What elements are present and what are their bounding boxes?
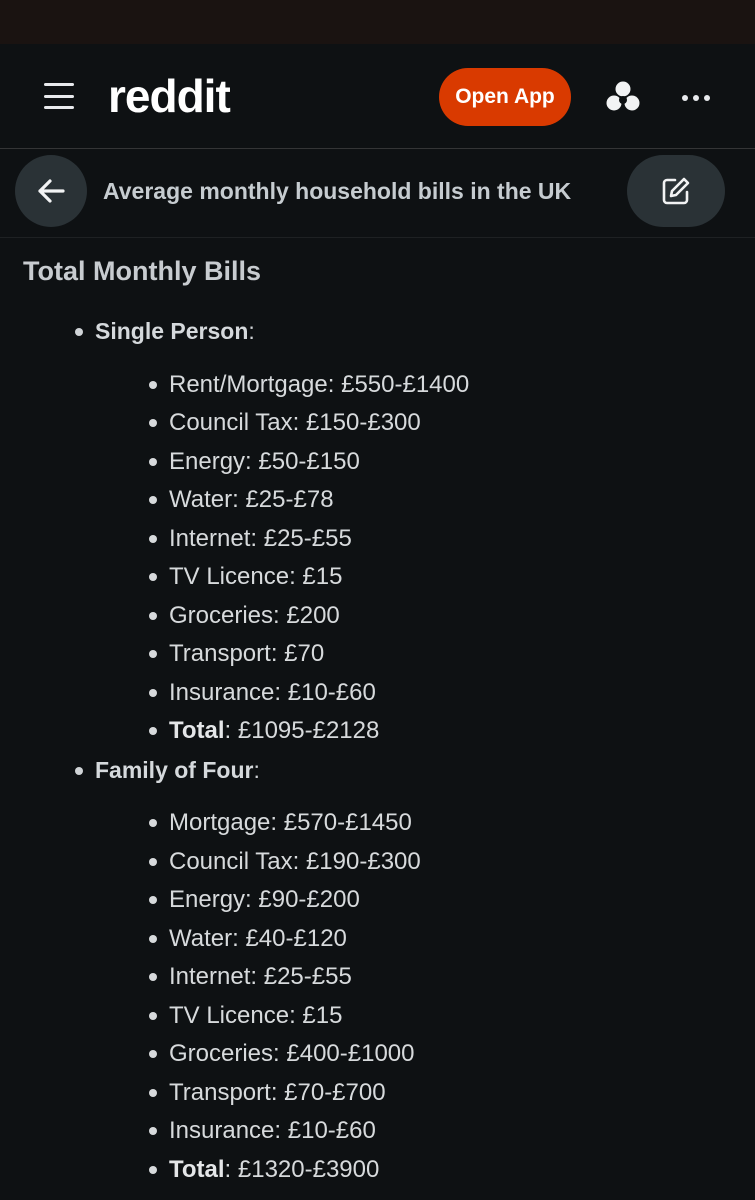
bill-value: : £50-£150	[245, 447, 360, 475]
bill-item: Insurance: £10-£60	[0, 674, 755, 713]
avatar-icon[interactable]	[601, 76, 645, 120]
bill-name: Groceries	[169, 1040, 274, 1067]
bill-name: Internet	[169, 963, 251, 990]
bill-value: : £400-£1000	[273, 1040, 415, 1067]
back-arrow-icon	[38, 179, 65, 203]
bill-value: : £150-£300	[292, 409, 421, 436]
bill-name: Total	[169, 717, 225, 744]
bill-item: Transport: £70	[0, 635, 755, 674]
back-button[interactable]	[15, 155, 87, 227]
bill-value: : £70-£700	[270, 1078, 386, 1106]
bill-value: : £15	[289, 563, 343, 590]
bill-name: Total	[169, 1155, 225, 1183]
bill-value: : £10-£60	[274, 678, 376, 706]
bill-name: TV Licence	[169, 1001, 290, 1029]
group-suffix: :	[253, 756, 260, 783]
bill-name: Mortgage	[169, 809, 271, 836]
bill-value: : £25-£55	[250, 963, 352, 990]
bill-value: : £200	[273, 601, 340, 629]
bill-list: Rent/Mortgage: £550-£1400 Council Tax: £1…	[0, 351, 755, 751]
bill-item: Rent/Mortgage: £550-£1400	[0, 366, 755, 405]
bill-group: Family of Four: Mortgage: £570-£1450 Counc…	[0, 751, 755, 1190]
bill-item: Transport: £70-£700	[0, 1074, 755, 1113]
bill-name: Insurance	[169, 1117, 275, 1144]
open-app-button[interactable]: Open App	[439, 68, 571, 126]
bill-item: Council Tax: £150-£300	[0, 404, 755, 443]
app-header: reddit Open App	[0, 44, 755, 149]
bill-name: Groceries	[169, 601, 274, 629]
bill-value: : £25-£55	[250, 524, 352, 552]
bill-value: : £550-£1400	[327, 370, 470, 398]
bill-item: Groceries: £400-£1000	[0, 1035, 755, 1074]
bill-item: Energy: £90-£200	[0, 881, 755, 920]
menu-icon[interactable]	[38, 76, 80, 116]
more-options-icon[interactable]	[674, 76, 718, 120]
section-heading: Total Monthly Bills	[23, 256, 261, 286]
group-label: Family of Four	[95, 756, 254, 783]
bill-value: : £25-£78	[232, 486, 334, 513]
group-heading: Single Person:	[0, 312, 755, 351]
bill-groups: Single Person: Rent/Mortgage: £550-£1400 C…	[0, 312, 755, 1189]
post-title: Average monthly household bills in the U…	[103, 178, 572, 204]
post-header: Average monthly household bills in the U…	[0, 149, 755, 238]
bill-value: : £1320-£3900	[224, 1155, 380, 1183]
bill-name: Water	[169, 924, 233, 952]
bill-value: : £190-£300	[292, 847, 421, 875]
bill-item: Internet: £25-£55	[0, 958, 755, 997]
bill-value: : £90-£200	[245, 886, 360, 913]
bill-value: : £570-£1450	[270, 809, 412, 836]
bill-name: Council Tax	[169, 847, 293, 875]
bill-item: Water: £25-£78	[0, 481, 755, 520]
bill-name: Internet	[169, 524, 251, 552]
bill-value: : £70	[270, 640, 325, 667]
bill-name: Water	[169, 486, 233, 513]
bill-name: Council Tax	[169, 409, 293, 436]
bill-item: TV Licence: £15	[0, 997, 755, 1036]
group-label: Single Person	[95, 318, 249, 344]
edit-icon	[662, 177, 690, 205]
bill-item: Groceries: £200	[0, 597, 755, 636]
reddit-logo[interactable]: reddit	[108, 70, 231, 122]
bill-total: Total: £1320-£3900	[0, 1151, 755, 1190]
bill-item: Internet: £25-£55	[0, 520, 755, 559]
bill-value: : £10-£60	[274, 1117, 376, 1144]
status-bar	[0, 0, 755, 44]
bill-value: : £1095-£2128	[224, 717, 380, 744]
bill-name: Transport	[169, 1078, 271, 1106]
bill-item: Energy: £50-£150	[0, 443, 755, 482]
bill-item: Water: £40-£120	[0, 920, 755, 959]
edit-button[interactable]	[627, 155, 725, 227]
bill-name: Insurance	[169, 678, 275, 706]
bill-name: Energy	[169, 447, 246, 475]
bill-name: Transport	[169, 640, 271, 667]
bill-name: TV Licence	[169, 563, 290, 590]
bill-item: TV Licence: £15	[0, 558, 755, 597]
bill-name: Energy	[169, 886, 246, 913]
bill-total: Total: £1095-£2128	[0, 712, 755, 751]
bill-name: Rent/Mortgage	[169, 370, 328, 398]
bill-value: : £40-£120	[232, 924, 347, 952]
bill-item: Council Tax: £190-£300	[0, 843, 755, 882]
bill-item: Insurance: £10-£60	[0, 1112, 755, 1151]
bill-group: Single Person: Rent/Mortgage: £550-£1400 C…	[0, 312, 755, 751]
bill-item: Mortgage: £570-£1450	[0, 804, 755, 843]
group-heading: Family of Four:	[0, 751, 755, 790]
bill-value: : £15	[289, 1001, 343, 1029]
group-suffix: :	[248, 318, 255, 344]
bill-list: Mortgage: £570-£1450 Council Tax: £190-£3…	[0, 789, 755, 1189]
